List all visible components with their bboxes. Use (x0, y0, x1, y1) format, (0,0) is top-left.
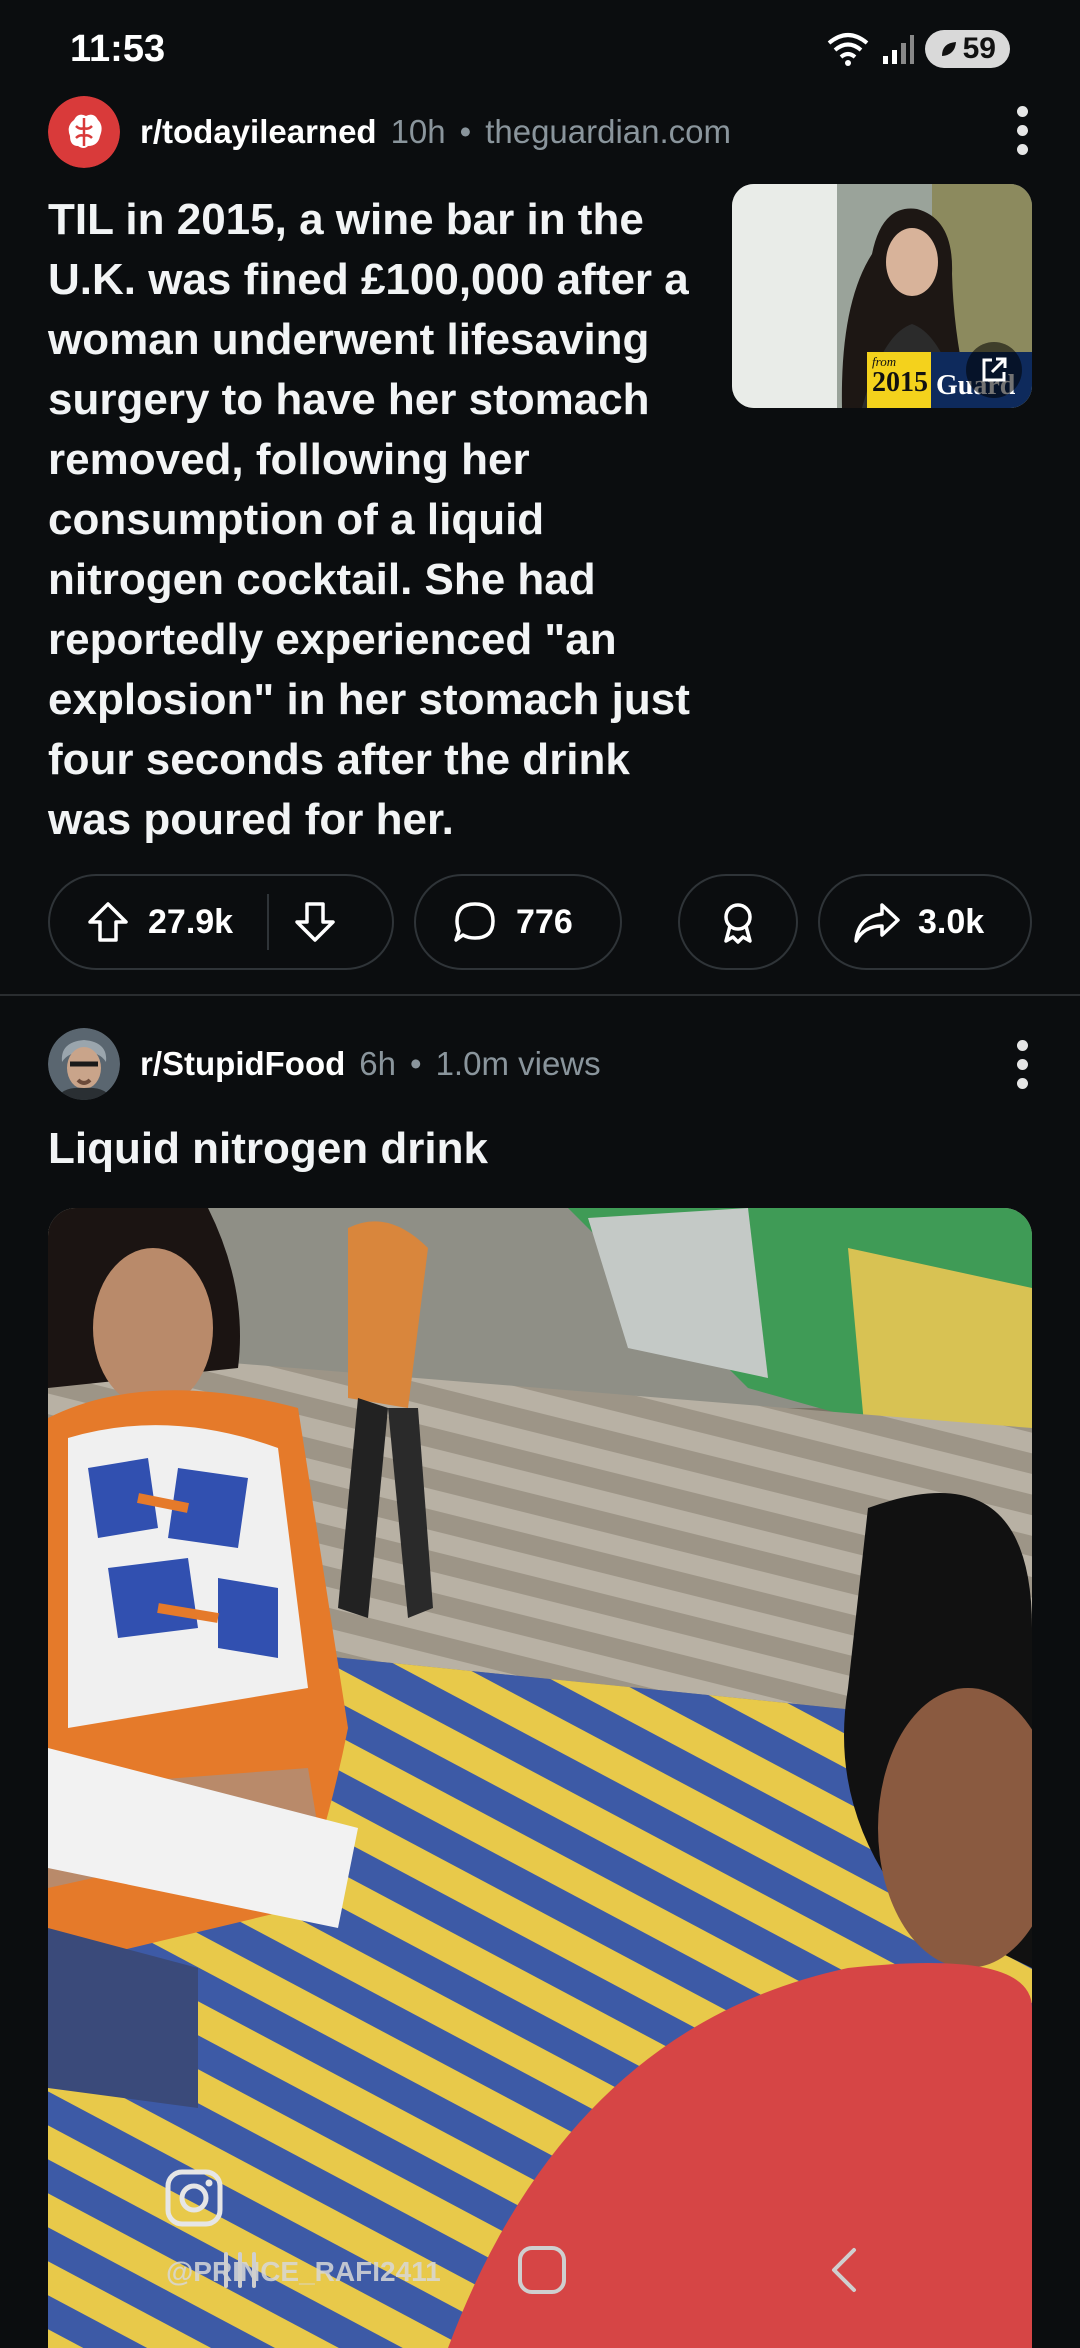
recent-apps-icon[interactable] (210, 2240, 270, 2300)
comments-button[interactable]: 776 (414, 874, 622, 970)
avatar-image (48, 1028, 120, 1100)
video-player[interactable]: @PRINCE_RAFI2411 (48, 1208, 1032, 2348)
back-icon[interactable] (816, 2240, 876, 2300)
post-meta: r/todayilearned 10h • theguardian.com (48, 92, 731, 172)
award-button[interactable] (678, 874, 798, 970)
post-title[interactable]: Liquid nitrogen drink (48, 1124, 488, 1174)
downvote-icon[interactable] (293, 900, 337, 944)
meta-separator: • (459, 113, 472, 150)
meta-separator: • (410, 1045, 422, 1082)
upvote-icon[interactable] (86, 900, 130, 944)
navigation-bar (0, 2220, 1080, 2340)
post-domain[interactable]: theguardian.com (485, 113, 731, 151)
upvote-count: 27.9k (148, 902, 234, 941)
vote-control: 27.9k (48, 874, 394, 970)
share-icon (854, 903, 900, 943)
post-age: 10h (390, 113, 446, 150)
post-meta: r/StupidFood 6h • 1.0m views (48, 1024, 601, 1104)
battery-indicator: 59 (924, 30, 1010, 68)
post-stupidfood[interactable]: r/StupidFood 6h • 1.0m views Liquid nitr… (0, 996, 1080, 2348)
subreddit-name[interactable]: r/todayilearned (140, 113, 377, 151)
signal-icon (882, 35, 914, 64)
share-count: 3.0k (918, 902, 985, 941)
status-time: 11:53 (70, 28, 166, 70)
external-link-button[interactable] (966, 342, 1022, 398)
post-actions: 27.9k 776 3.0k (48, 874, 1032, 970)
home-icon[interactable] (512, 2240, 572, 2300)
status-bar: 11:53 59 (0, 0, 1080, 100)
subreddit-avatar[interactable] (48, 1028, 120, 1100)
comment-icon (454, 902, 495, 942)
post-options-button[interactable] (1012, 106, 1032, 155)
battery-level: 59 (962, 32, 996, 65)
status-icons: 59 (825, 30, 1010, 68)
instagram-icon (165, 2169, 223, 2227)
subreddit-name[interactable]: r/StupidFood (140, 1045, 345, 1083)
brain-icon (48, 96, 120, 168)
post-todayilearned[interactable]: r/todayilearned 10h • theguardian.com TI… (0, 92, 1080, 996)
external-link-icon (982, 357, 1007, 382)
subreddit-avatar[interactable] (48, 96, 120, 168)
link-thumbnail[interactable]: from 2015 Guard (732, 184, 1032, 408)
leaf-icon (941, 42, 956, 56)
post-options-button[interactable] (1012, 1040, 1032, 1089)
post-title[interactable]: TIL in 2015, a wine bar in the U.K. was … (48, 190, 716, 850)
wifi-icon (827, 33, 868, 66)
vote-divider (267, 894, 270, 950)
post-age: 6h (359, 1045, 397, 1082)
award-icon (724, 903, 752, 944)
post-views: 1.0m views (435, 1045, 601, 1082)
comment-count: 776 (516, 902, 573, 941)
share-button[interactable]: 3.0k (818, 874, 1032, 970)
badge-year: 2015 (872, 367, 928, 398)
